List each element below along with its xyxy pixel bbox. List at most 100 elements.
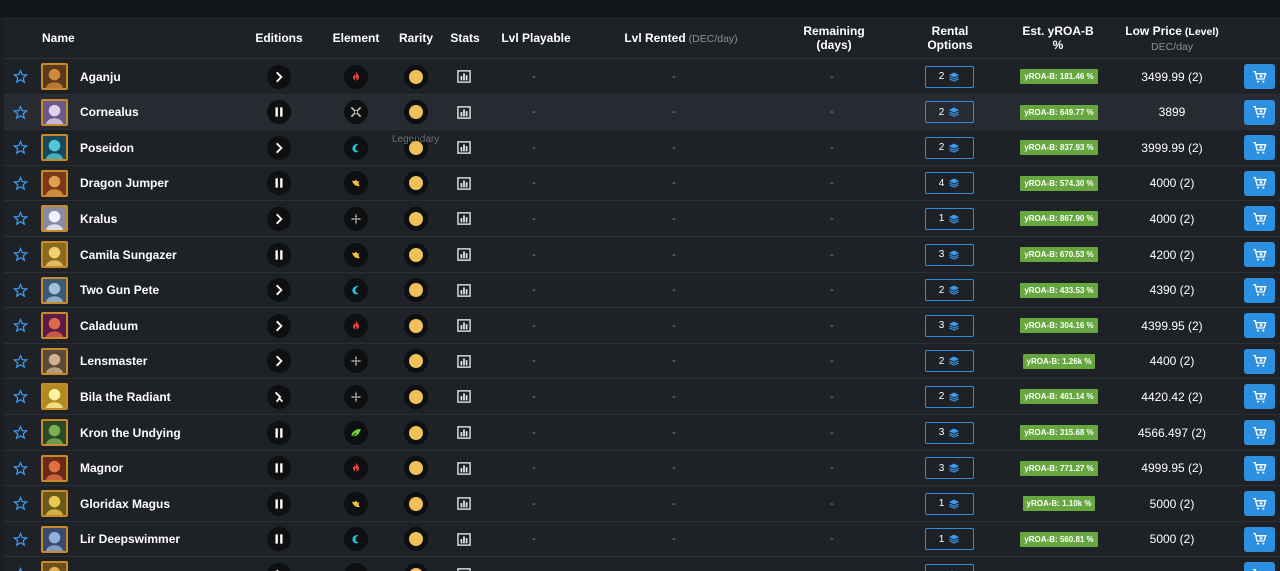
favorite-star-icon[interactable] (12, 308, 28, 343)
table-row[interactable]: Gloridax Magus - - - 1 yROA-B: 1.10k % 5000 (2… (4, 486, 1280, 522)
card-avatar[interactable] (41, 415, 69, 450)
stats-chart-icon[interactable] (457, 237, 473, 272)
favorite-star-icon[interactable] (12, 379, 28, 414)
card-name[interactable]: Kralus (80, 201, 250, 236)
card-name[interactable]: Magnor (80, 451, 250, 486)
card-avatar[interactable] (41, 166, 69, 201)
rental-options-button[interactable]: 3 (925, 451, 975, 486)
table-row[interactable]: Lensmaster - - - 2 yROA-B: 1.26k % 4400 (2) (4, 344, 1280, 380)
rental-options-button[interactable]: 2 (925, 130, 975, 165)
card-avatar[interactable] (41, 95, 69, 130)
favorite-star-icon[interactable] (12, 237, 28, 272)
buy-button[interactable] (1244, 486, 1276, 521)
table-row[interactable]: Camila Sungazer - - - 3 yROA-B: 670.53 % 4200 … (4, 237, 1280, 273)
card-avatar[interactable] (41, 486, 69, 521)
card-avatar[interactable] (41, 451, 69, 486)
stats-chart-icon[interactable] (457, 273, 473, 308)
stats-chart-icon[interactable] (457, 344, 473, 379)
card-avatar[interactable] (41, 344, 69, 379)
card-avatar[interactable] (41, 201, 69, 236)
rental-options-button[interactable] (925, 557, 975, 571)
stats-chart-icon[interactable] (457, 557, 473, 571)
card-name[interactable]: Aganju (80, 59, 250, 94)
card-avatar[interactable] (41, 130, 69, 165)
header-lvl-rented[interactable]: Lvl Rented (DEC/day) (616, 17, 746, 59)
card-name[interactable]: Lir Deepswimmer (80, 522, 250, 557)
header-name[interactable]: Name (42, 17, 75, 59)
favorite-star-icon[interactable] (12, 344, 28, 379)
rental-options-button[interactable]: 2 (925, 59, 975, 94)
table-row[interactable]: Caladuum - - - 3 yROA-B: 304.16 % 4399.95 (2) (4, 308, 1280, 344)
favorite-star-icon[interactable] (12, 522, 28, 557)
rental-options-button[interactable]: 2 (925, 273, 975, 308)
table-row[interactable]: Magnor - - - 3 yROA-B: 771.27 % 4999.95 (2) (4, 451, 1280, 487)
card-name[interactable]: Dragon Jumper (80, 166, 250, 201)
stats-chart-icon[interactable] (457, 308, 473, 343)
table-row[interactable]: Dragon Jumper - - - 4 yROA-B: 574.30 % 4000 (2… (4, 166, 1280, 202)
stats-chart-icon[interactable] (457, 451, 473, 486)
rental-options-button[interactable]: 2 (925, 379, 975, 414)
buy-button[interactable] (1244, 95, 1276, 130)
rental-options-button[interactable]: 1 (925, 486, 975, 521)
favorite-star-icon[interactable] (12, 451, 28, 486)
rental-options-button[interactable]: 2 (925, 344, 975, 379)
buy-button[interactable] (1244, 557, 1276, 571)
table-row[interactable]: Kron the Undying - - - 3 yROA-B: 315.68 % 4566… (4, 415, 1280, 451)
buy-button[interactable] (1244, 59, 1276, 94)
rental-options-button[interactable]: 1 (925, 522, 975, 557)
rental-options-button[interactable]: 3 (925, 237, 975, 272)
favorite-star-icon[interactable] (12, 273, 28, 308)
rental-options-button[interactable]: 2 (925, 95, 975, 130)
stats-chart-icon[interactable] (457, 522, 473, 557)
card-avatar[interactable] (41, 308, 69, 343)
card-name[interactable]: Gloridax Magus (80, 486, 250, 521)
buy-button[interactable] (1244, 522, 1276, 557)
table-row[interactable]: Bila the Radiant - - - 2 yROA-B: 461.14 % 4420… (4, 379, 1280, 415)
card-name[interactable]: Caladuum (80, 308, 250, 343)
favorite-star-icon[interactable] (12, 95, 28, 130)
rental-options-button[interactable]: 3 (925, 308, 975, 343)
favorite-star-icon[interactable] (12, 415, 28, 450)
buy-button[interactable] (1244, 379, 1276, 414)
table-row[interactable]: Aganju - - - 2 yROA-B: 181.46 % 3499.99 (2) (4, 59, 1280, 95)
header-rarity[interactable]: Rarity (398, 17, 434, 59)
table-row[interactable]: Cornealus - - - 2 yROA-B: 649.77 % 3899 (4, 94, 1280, 131)
rental-options-button[interactable]: 3 (925, 415, 975, 450)
header-lvl-playable[interactable]: Lvl Playable (501, 17, 571, 59)
stats-chart-icon[interactable] (457, 379, 473, 414)
favorite-star-icon[interactable] (12, 166, 28, 201)
buy-button[interactable] (1244, 130, 1276, 165)
card-avatar[interactable] (41, 273, 69, 308)
stats-chart-icon[interactable] (457, 130, 473, 165)
buy-button[interactable] (1244, 451, 1276, 486)
table-row[interactable]: Lir Deepswimmer - - - 1 yROA-B: 560.81 % 5000 … (4, 522, 1280, 558)
card-avatar[interactable] (41, 379, 69, 414)
stats-chart-icon[interactable] (457, 486, 473, 521)
header-est-yroa[interactable]: Est. yROA-B % (1016, 17, 1100, 59)
rental-options-button[interactable]: 1 (925, 201, 975, 236)
table-row[interactable] (4, 557, 1280, 571)
stats-chart-icon[interactable] (457, 415, 473, 450)
table-row[interactable]: Two Gun Pete - - - 2 yROA-B: 433.53 % 4390 (2) (4, 273, 1280, 309)
card-avatar[interactable] (41, 557, 69, 571)
rental-options-button[interactable]: 4 (925, 166, 975, 201)
header-element[interactable]: Element (332, 17, 380, 59)
card-avatar[interactable] (41, 237, 69, 272)
card-avatar[interactable] (41, 59, 69, 94)
buy-button[interactable] (1244, 415, 1276, 450)
card-name[interactable]: Poseidon (80, 130, 250, 165)
buy-button[interactable] (1244, 344, 1276, 379)
buy-button[interactable] (1244, 273, 1276, 308)
card-avatar[interactable] (41, 522, 69, 557)
favorite-star-icon[interactable] (12, 486, 28, 521)
table-row[interactable]: Poseidon - - - 2 yROA-B: 837.93 % 3999.99 (2) (4, 130, 1280, 166)
buy-button[interactable] (1244, 166, 1276, 201)
buy-button[interactable] (1244, 201, 1276, 236)
stats-chart-icon[interactable] (457, 201, 473, 236)
header-low-price[interactable]: Low Price (Level) DEC/day (1124, 17, 1220, 59)
favorite-star-icon[interactable] (12, 59, 28, 94)
buy-button[interactable] (1244, 308, 1276, 343)
stats-chart-icon[interactable] (457, 95, 473, 130)
card-name[interactable]: Bila the Radiant (80, 379, 250, 414)
card-name[interactable]: Kron the Undying (80, 415, 250, 450)
